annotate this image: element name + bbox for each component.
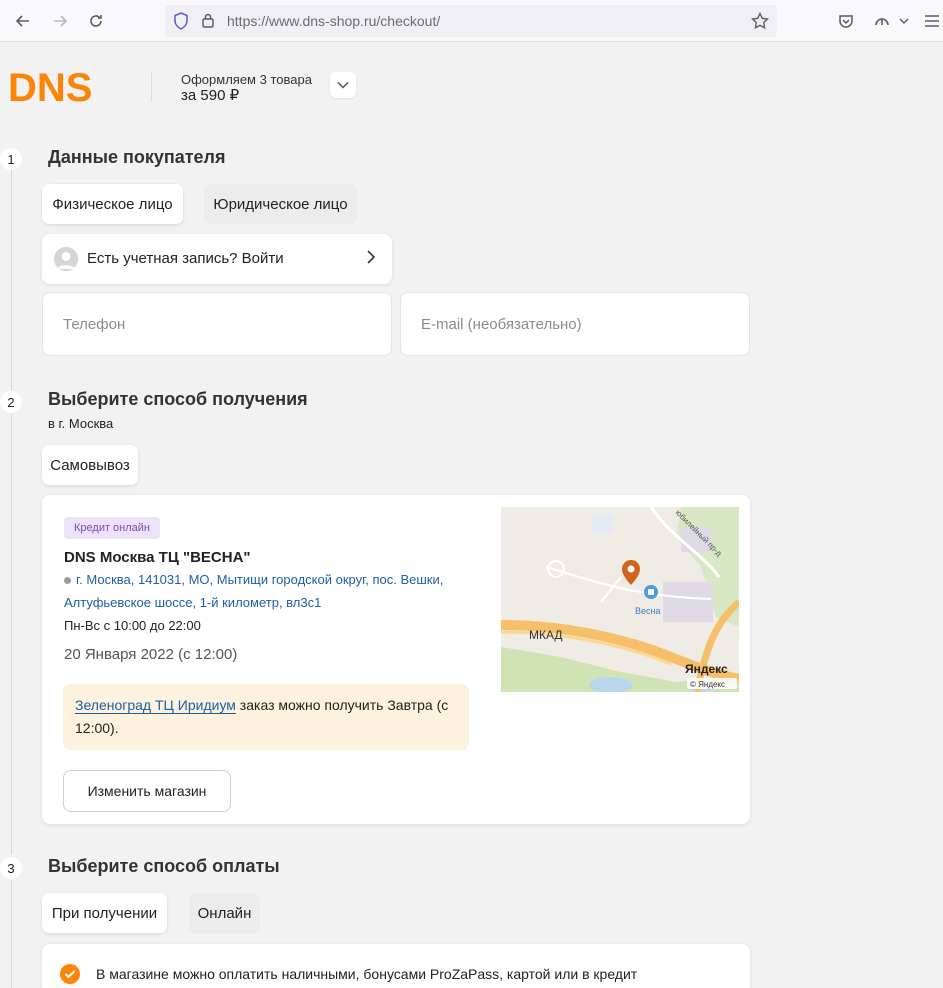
menu-icon[interactable] xyxy=(920,9,943,33)
check-icon xyxy=(60,964,80,984)
step-number: 3 xyxy=(0,857,22,879)
logo-text: DNS xyxy=(8,68,92,108)
step-number: 2 xyxy=(0,391,22,413)
pocket-icon[interactable] xyxy=(834,9,858,33)
chevron-right-icon xyxy=(366,249,376,270)
tab-pay-on-receipt[interactable]: При получении xyxy=(42,893,167,933)
email-input[interactable] xyxy=(401,293,749,355)
browser-toolbar: https://www.dns-shop.ru/checkout/ xyxy=(0,0,943,42)
shield-icon[interactable] xyxy=(173,12,189,35)
url-text: https://www.dns-shop.ru/checkout/ xyxy=(227,13,440,29)
chevron-down-icon xyxy=(337,81,349,89)
login-prompt[interactable]: Есть учетная запись? Войти xyxy=(42,234,392,284)
store-card: Кредит онлайн DNS Москва ТЦ "ВЕСНА" г. М… xyxy=(42,495,750,824)
store-hours: Пн-Вс с 10:00 до 22:00 xyxy=(64,618,201,633)
login-label: Есть учетная запись? Войти xyxy=(87,250,284,267)
tab-individual[interactable]: Физическое лицо xyxy=(42,184,183,224)
tab-pickup[interactable]: Самовывоз xyxy=(42,445,138,485)
payment-info-text: В магазине можно оплатить наличными, бон… xyxy=(96,966,638,982)
lock-icon[interactable] xyxy=(201,12,215,33)
address-bar[interactable]: https://www.dns-shop.ru/checkout/ xyxy=(165,5,777,37)
store-address-text[interactable]: г. Москва, 141031, МО, Мытищи городской … xyxy=(64,572,443,610)
forward-arrow-icon[interactable] xyxy=(48,9,72,33)
bookmark-star-icon[interactable] xyxy=(750,11,770,35)
url-host: https://www.dns-shop.ru xyxy=(227,13,377,29)
store-name: DNS Москва ТЦ "ВЕСНА" xyxy=(64,549,251,566)
order-count: Оформляем 3 товара xyxy=(181,72,312,87)
step-connector xyxy=(11,170,12,392)
step-number: 1 xyxy=(0,148,22,170)
step-title-delivery: Выберите способ получения xyxy=(48,389,308,409)
header-divider xyxy=(151,72,152,102)
alternative-store-link[interactable]: Зеленоград ТЦ Иридиум xyxy=(75,697,236,714)
credit-badge: Кредит онлайн xyxy=(64,517,161,539)
step-title-payment: Выберите способ оплаты xyxy=(48,856,280,876)
map-store-label: Весна xyxy=(635,606,660,616)
dns-logo[interactable]: DNS xyxy=(8,66,128,110)
pickup-date: 20 Января 2022 (с 12:00) xyxy=(64,646,238,663)
chevron-down-icon[interactable] xyxy=(896,9,912,33)
reload-icon[interactable] xyxy=(84,9,108,33)
phone-input[interactable] xyxy=(43,293,391,355)
back-arrow-icon[interactable] xyxy=(11,9,35,33)
avatar-icon xyxy=(54,247,78,271)
step-connector xyxy=(11,880,12,988)
store-map[interactable]: МКАД юбилейный пр-д Весна Яндекс © Яндек… xyxy=(501,507,739,692)
step-title-buyer: Данные покупателя xyxy=(48,147,226,167)
phone-field[interactable] xyxy=(42,292,392,356)
alternative-store-note: Зеленоград ТЦ Иридиум заказ можно получи… xyxy=(63,684,469,750)
step-connector xyxy=(11,414,12,854)
tab-legal-entity[interactable]: Юридическое лицо xyxy=(204,184,357,224)
email-field[interactable] xyxy=(400,292,750,356)
store-address[interactable]: г. Москва, 141031, МО, Мытищи городской … xyxy=(64,568,474,614)
order-expand-button[interactable] xyxy=(330,72,356,98)
map-road-label: МКАД xyxy=(529,628,563,642)
tab-pay-online[interactable]: Онлайн xyxy=(189,893,260,933)
order-total: за 590 ₽ xyxy=(181,87,240,104)
delivery-city[interactable]: в г. Москва xyxy=(48,416,113,431)
url-path: /checkout/ xyxy=(376,13,441,29)
change-store-button[interactable]: Изменить магазин xyxy=(63,770,231,812)
address-dot-icon xyxy=(64,577,71,585)
map-copyright: © Яндекс xyxy=(690,680,725,689)
payment-info-card: В магазине можно оплатить наличными, бон… xyxy=(42,944,750,988)
sync-account-icon[interactable] xyxy=(870,9,894,33)
map-brand-label: Яндекс xyxy=(685,662,728,676)
